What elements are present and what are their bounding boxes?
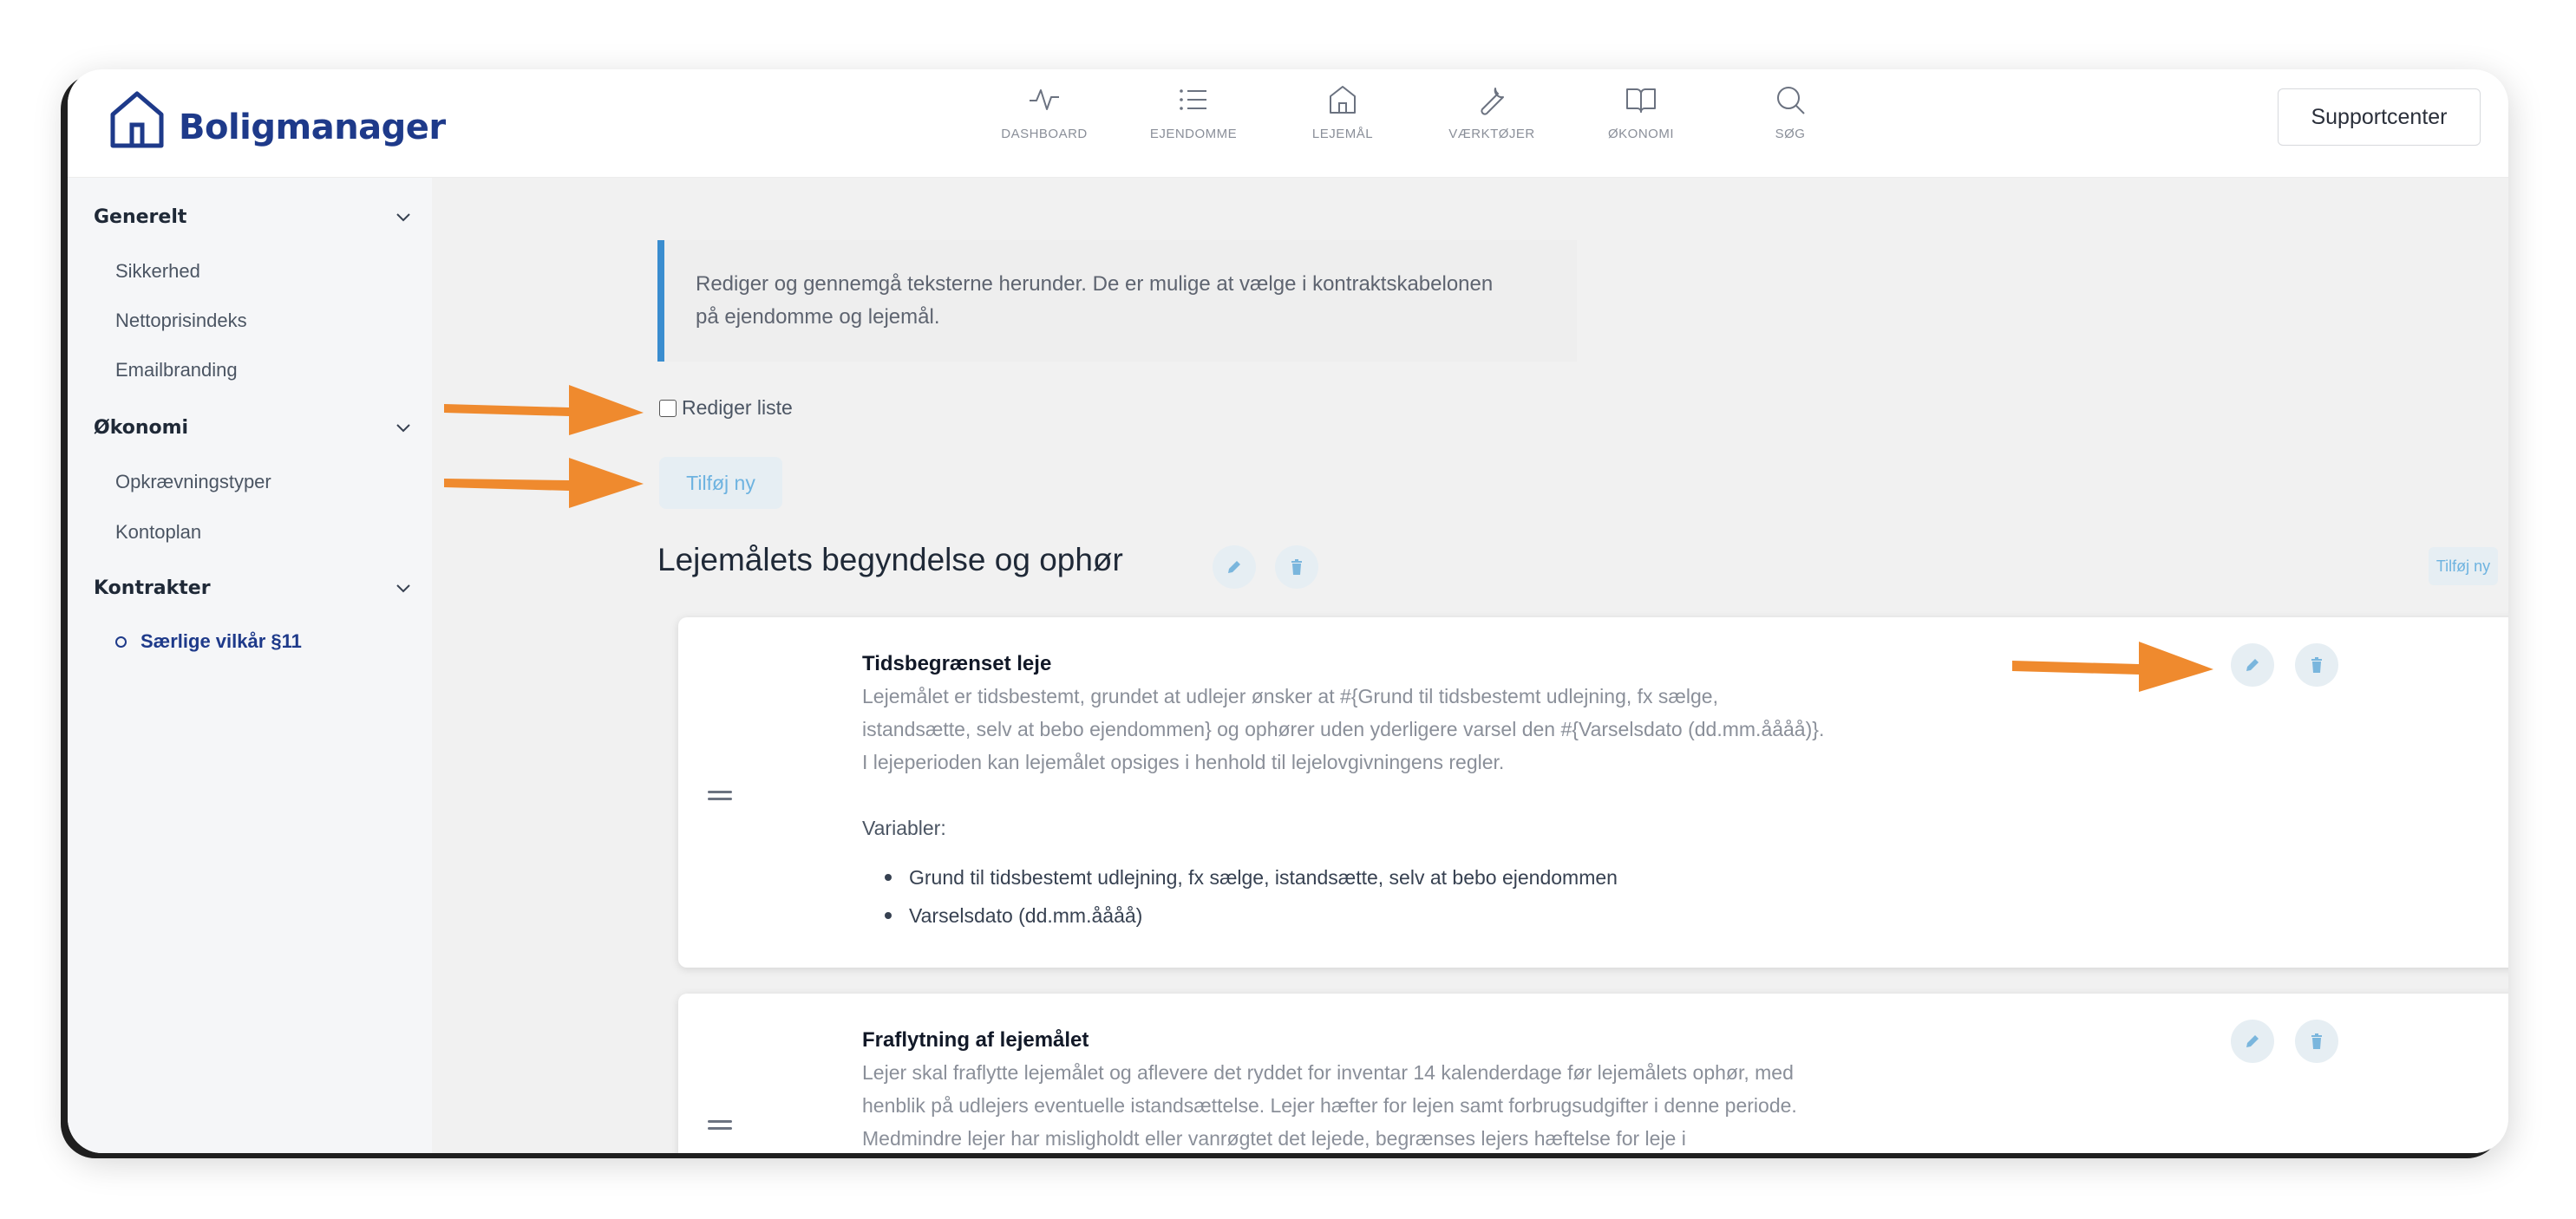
delete-clause-button[interactable] [2295,1020,2338,1063]
app-window: Boligmanager DASHBOARD EJENDOMME LEJEMÅL… [68,69,2508,1153]
drag-handle-icon[interactable] [708,1120,732,1134]
chevron-down-icon [396,213,410,222]
info-text-line: på ejendomme og lejemål. [696,305,940,329]
house-logo-icon [110,91,164,148]
annotation-arrow-icon [2012,642,2213,692]
clause-text-line: Lejer skal fraflytte lejemålet og afleve… [862,1061,1794,1084]
pencil-icon [2246,659,2259,671]
nav-vaerktoejer[interactable]: VÆRKTØJER [1417,83,1566,141]
top-header: Boligmanager DASHBOARD EJENDOMME LEJEMÅL… [68,69,2508,178]
sidebar-group-oekonomi[interactable]: Økonomi [94,416,415,439]
sidebar-item-emailbranding[interactable]: Emailbranding [115,359,238,381]
book-open-icon [1626,88,1656,113]
nav-label: ØKONOMI [1607,127,1674,141]
home-icon [1330,86,1356,114]
variable-item: Grund til tidsbestemt udlejning, fx sælg… [862,858,1618,896]
nav-label: SØG [1775,127,1806,141]
active-ring-icon [115,636,127,648]
sidebar-item-opkraevningstyper[interactable]: Opkrævningstyper [115,471,271,493]
main-nav: DASHBOARD EJENDOMME LEJEMÅL VÆRKTØJER ØK… [970,83,1865,141]
trash-icon [2311,657,2322,673]
sidebar-group-label: Generelt [94,205,187,228]
sidebar-group-kontrakter[interactable]: Kontrakter [94,577,415,599]
drag-handle-icon[interactable] [708,791,732,805]
variables-label: Variabler: [862,817,946,839]
edit-clause-button[interactable] [2231,1020,2274,1063]
supportcenter-button[interactable]: Supportcenter [2278,88,2481,146]
trash-icon [1291,559,1302,575]
clause-text-line: Medmindre lejer har misligholdt eller va… [862,1127,1686,1150]
edit-clause-button[interactable] [2231,643,2274,687]
activity-icon [1030,89,1059,110]
clause-card: Tidsbegrænset leje Lejemålet er tidsbest… [678,617,2508,968]
sidebar-item-nettoprisindeks[interactable]: Nettoprisindeks [115,310,247,332]
trash-icon [2311,1033,2322,1049]
nav-lejemaal[interactable]: LEJEMÅL [1268,83,1417,141]
edit-list-label: Rediger liste [682,396,793,419]
list-icon [1180,89,1206,110]
pencil-icon [2246,1035,2259,1047]
sidebar-group-generelt[interactable]: Generelt [94,205,415,228]
info-notice: Rediger og gennemgå teksterne herunder. … [657,240,1577,362]
sidebar-item-kontoplan[interactable]: Kontoplan [115,521,201,544]
nav-oekonomi[interactable]: ØKONOMI [1566,83,1716,141]
delete-clause-button[interactable] [2295,643,2338,687]
annotation-arrow-icon [444,385,644,435]
clause-text-line: I lejeperioden kan lejemålet opsiges i h… [862,751,1505,773]
edit-list-checkbox[interactable] [659,399,677,417]
sidebar-group-label: Økonomi [94,416,189,439]
pencil-icon [1228,561,1240,573]
nav-dashboard[interactable]: DASHBOARD [970,83,1119,141]
clause-title: Fraflytning af lejemålet [862,1028,1089,1052]
clause-card: Fraflytning af lejemålet Lejer skal fraf… [678,994,2508,1153]
variables-list: Grund til tidsbestemt udlejning, fx sælg… [862,858,1618,935]
sidebar-item-label: Særlige vilkår §11 [141,630,302,652]
sidebar-group-label: Kontrakter [94,577,211,599]
brand-logo[interactable]: Boligmanager [106,85,446,154]
wrench-icon [1481,88,1504,115]
edit-list-toggle[interactable]: Rediger liste [659,396,793,420]
clause-text-line: henblik på udlejers eventuelle istandsæt… [862,1094,1797,1117]
chevron-down-icon [396,584,410,593]
brand-name: Boligmanager [179,108,446,147]
nav-label: DASHBOARD [1001,127,1088,141]
clause-body: Lejer skal fraflytte lejemålet og afleve… [862,1056,1903,1153]
settings-sidebar: Generelt Sikkerhed Nettoprisindeks Email… [68,178,432,1153]
edit-section-button[interactable] [1213,545,1256,589]
annotation-arrow-icon [444,458,644,508]
nav-label: EJENDOMME [1149,127,1238,141]
nav-soeg[interactable]: SØG [1716,83,1865,141]
search-icon [1777,87,1805,114]
clause-title: Tidsbegrænset leje [862,652,1052,675]
nav-label: VÆRKTØJER [1448,127,1535,141]
nav-ejendomme[interactable]: EJENDOMME [1119,83,1268,141]
sidebar-item-sikkerhed[interactable]: Sikkerhed [115,260,200,283]
clause-body: Lejemålet er tidsbestemt, grundet at udl… [862,680,1903,779]
info-text-line: Rediger og gennemgå teksterne herunder. … [696,272,1494,296]
clause-text-line: Lejemålet er tidsbestemt, grundet at udl… [862,685,1718,707]
chevron-down-icon [396,424,410,433]
section-title: Lejemålets begyndelse og ophør [657,542,1123,577]
add-new-button[interactable]: Tilføj ny [659,457,782,509]
nav-label: LEJEMÅL [1311,127,1374,141]
section-add-new-button[interactable]: Tilføj ny [2429,547,2498,585]
variable-item: Varselsdato (dd.mm.åååå) [862,896,1618,935]
sidebar-item-saerlige-vilkaar[interactable]: Særlige vilkår §11 [115,630,302,653]
clause-text-line: istandsætte, selv at bebo ejendommen} og… [862,718,1825,740]
delete-section-button[interactable] [1275,545,1318,589]
